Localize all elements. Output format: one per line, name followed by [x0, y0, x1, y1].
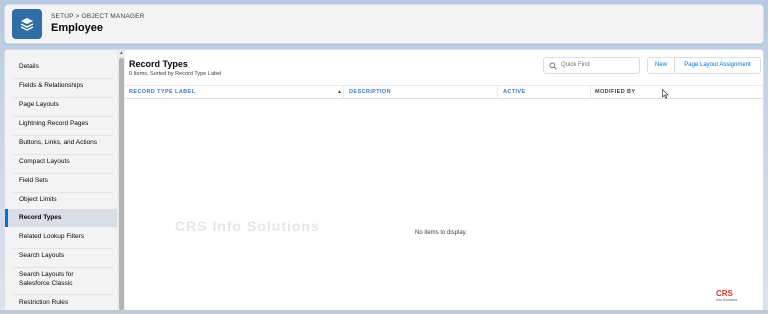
- watermark: CRS Info Solutions: [175, 218, 320, 234]
- sidebar-item-lightning-record-pages[interactable]: Lightning Record Pages: [5, 115, 117, 133]
- new-button[interactable]: New: [647, 57, 675, 74]
- logo-subtext: Info Solutions: [716, 298, 738, 302]
- sidebar-item-label: Salesforce Classic: [19, 280, 73, 287]
- object-title: Employee: [51, 22, 103, 34]
- column-divider: [497, 86, 498, 99]
- main-panel: Details Fields & Relationships Page Layo…: [4, 49, 764, 314]
- record-types-content: Record Types 0 Items, Sorted by Record T…: [125, 50, 763, 313]
- column-header-record-type-label[interactable]: RECORD TYPE LABEL: [129, 89, 195, 95]
- column-divider: [343, 86, 344, 99]
- empty-state-message: No items to display.: [415, 230, 467, 236]
- sidebar-item-buttons-links-actions[interactable]: Buttons, Links, and Actions: [5, 134, 117, 152]
- sidebar-item-field-sets[interactable]: Field Sets: [5, 172, 117, 190]
- page-layout-assignment-button[interactable]: Page Layout Assignment: [674, 57, 761, 74]
- column-header-active[interactable]: ACTIVE: [503, 89, 526, 95]
- sidebar-item-fields-relationships[interactable]: Fields & Relationships: [5, 77, 117, 95]
- object-manager-icon: [12, 9, 42, 39]
- quick-find-input[interactable]: Quick Find: [543, 57, 640, 74]
- column-divider: [590, 86, 591, 99]
- sidebar-item-search-layouts[interactable]: Search Layouts: [5, 247, 117, 265]
- sidebar-item-label: Search Layouts for: [19, 271, 74, 278]
- scroll-up-icon[interactable]: ▲: [118, 50, 125, 57]
- quick-find-placeholder: Quick Find: [561, 62, 590, 68]
- sidebar-item-object-limits[interactable]: Object Limits: [5, 191, 117, 209]
- object-header: SETUP > OBJECT MANAGER Employee: [4, 4, 764, 44]
- items-summary: 0 Items, Sorted by Record Type Label: [129, 71, 222, 77]
- sidebar-item-page-layouts[interactable]: Page Layouts: [5, 96, 117, 114]
- sort-ascending-icon[interactable]: ▲: [337, 89, 342, 95]
- column-header-modified-by[interactable]: MODIFIED BY: [595, 89, 635, 95]
- sidebar-item-record-types[interactable]: Record Types: [5, 209, 117, 227]
- bottom-bar: [0, 310, 768, 314]
- sidebar-item-search-layouts-classic[interactable]: Search Layouts for Salesforce Classic: [5, 266, 117, 292]
- sidebar-item-related-lookup-filters[interactable]: Related Lookup Filters: [5, 228, 117, 246]
- page-title: Record Types: [129, 59, 188, 69]
- sidebar-item-details[interactable]: Details: [5, 58, 117, 76]
- column-header-description[interactable]: DESCRIPTION: [349, 89, 391, 95]
- sidebar: Details Fields & Relationships Page Layo…: [5, 50, 117, 313]
- crs-logo: CRS Info Solutions: [716, 289, 737, 302]
- scrollbar-thumb[interactable]: [119, 58, 124, 310]
- mouse-cursor-icon: [662, 89, 669, 99]
- search-icon: [549, 62, 557, 70]
- sidebar-item-compact-layouts[interactable]: Compact Layouts: [5, 153, 117, 171]
- logo-text: CRS: [716, 289, 733, 298]
- breadcrumb[interactable]: SETUP > OBJECT MANAGER: [51, 13, 145, 20]
